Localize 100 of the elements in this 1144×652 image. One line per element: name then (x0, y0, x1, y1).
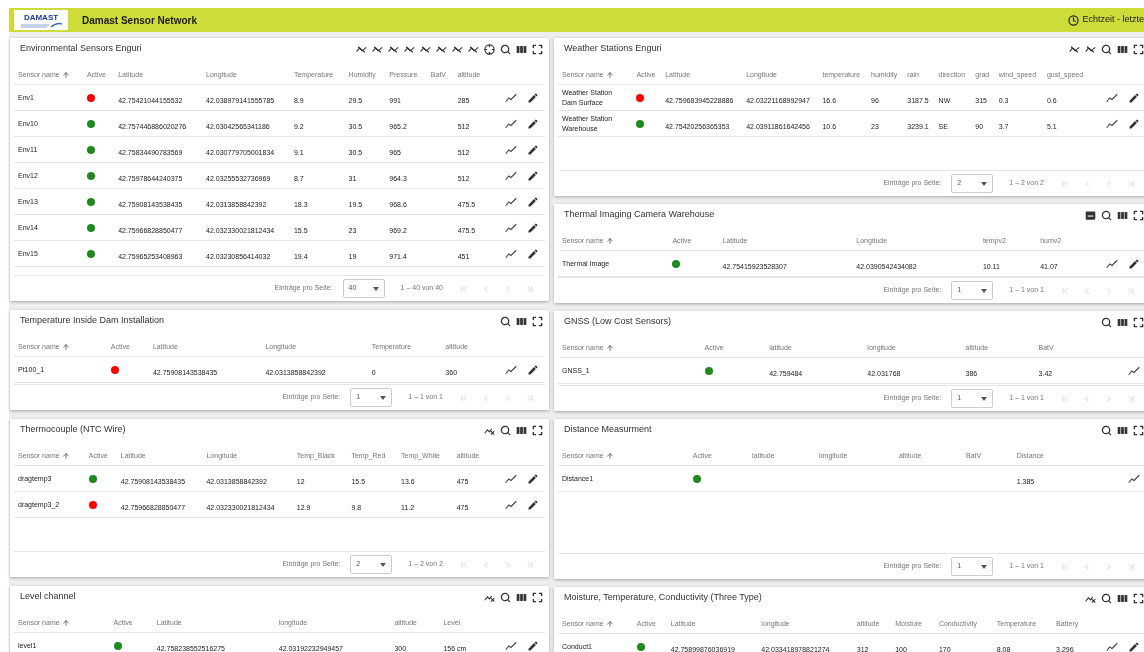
line-chart-icon[interactable] (505, 169, 517, 182)
signal-off-icon[interactable] (452, 43, 463, 55)
line-chart-icon[interactable] (1106, 640, 1118, 652)
line-chart-icon[interactable] (1128, 472, 1140, 485)
line-chart-icon[interactable] (505, 143, 517, 156)
edit-icon[interactable] (527, 639, 539, 652)
line-chart-icon[interactable] (505, 221, 517, 234)
search-icon[interactable] (1101, 209, 1112, 221)
sort-arrow-icon[interactable] (605, 620, 614, 629)
panel-title: Thermocouple (NTC Wire) (20, 423, 127, 437)
sort-arrow-icon[interactable] (61, 71, 70, 80)
sort-arrow-icon[interactable] (61, 452, 70, 461)
locate-icon[interactable] (484, 43, 495, 55)
panel-title: Thermal Imaging Camera Warehouse (564, 208, 716, 222)
edit-icon[interactable] (527, 498, 539, 511)
line-chart-icon[interactable] (1128, 364, 1140, 377)
panel-title: Level channel (20, 590, 77, 604)
edit-icon[interactable] (527, 472, 539, 485)
swoosh-drawing (19, 21, 63, 28)
fullscreen-icon[interactable] (1133, 43, 1144, 55)
line-chart-icon[interactable] (505, 195, 517, 208)
columns-icon[interactable] (1117, 316, 1128, 328)
line-chart-icon[interactable] (1106, 257, 1118, 270)
columns-icon[interactable] (516, 591, 527, 603)
search-icon[interactable] (1101, 316, 1112, 328)
panel-title: Temperature Inside Dam Installation (20, 314, 166, 328)
signal-off-icon[interactable] (356, 43, 367, 55)
caret-icon (981, 564, 988, 569)
panel-title: Environmental Sensors Enguri (20, 42, 143, 56)
signal-off-icon[interactable] (1069, 43, 1080, 55)
line-chart-icon[interactable] (1106, 91, 1118, 104)
fullscreen-icon[interactable] (1133, 592, 1144, 604)
line-chart-icon[interactable] (505, 472, 517, 485)
logo-text: DAMAST (23, 12, 59, 22)
search-icon[interactable] (500, 591, 511, 603)
fullscreen-icon[interactable] (532, 591, 543, 603)
caret-icon (981, 181, 988, 186)
line-chart-icon[interactable] (505, 117, 517, 130)
columns-icon[interactable] (1117, 592, 1128, 604)
search-icon[interactable] (1101, 43, 1112, 55)
columns-icon[interactable] (1117, 209, 1128, 221)
columns-icon[interactable] (516, 315, 527, 327)
edit-icon[interactable] (527, 91, 539, 104)
signal-off-icon[interactable] (372, 43, 383, 55)
panel-title: Moisture, Temperature, Conductivity (Three Type) (564, 591, 763, 605)
line-chart-icon[interactable] (1106, 117, 1118, 130)
columns-icon[interactable] (516, 43, 527, 55)
edit-icon[interactable] (527, 169, 539, 182)
search-icon[interactable] (1101, 592, 1112, 604)
edit-icon[interactable] (1128, 117, 1140, 130)
fullscreen-icon[interactable] (1133, 424, 1144, 436)
edit-icon[interactable] (527, 195, 539, 208)
panel-title: Distance Measurment (564, 423, 653, 437)
edit-icon[interactable] (527, 221, 539, 234)
fullscreen-icon[interactable] (532, 315, 543, 327)
signal-off-icon[interactable] (404, 43, 415, 55)
search-icon[interactable] (1101, 424, 1112, 436)
sort-arrow-icon[interactable] (61, 343, 70, 352)
caret-icon (981, 396, 988, 401)
search-icon[interactable] (500, 424, 511, 436)
caret-icon (380, 395, 387, 400)
signal-off-icon[interactable] (436, 43, 447, 55)
line-chart-icon[interactable] (505, 91, 517, 104)
caret-icon (981, 288, 988, 293)
sort-arrow-icon[interactable] (605, 452, 614, 461)
line-chart-icon[interactable] (505, 498, 517, 511)
caret-icon (380, 562, 387, 567)
columns-icon[interactable] (1117, 424, 1128, 436)
fullscreen-icon[interactable] (1133, 209, 1144, 221)
signal-off-icon[interactable] (420, 43, 431, 55)
columns-icon[interactable] (1117, 43, 1128, 55)
search-icon[interactable] (500, 43, 511, 55)
fullscreen-icon[interactable] (1133, 316, 1144, 328)
caret-icon (372, 286, 379, 291)
panel-title: Weather Stations Enguri (564, 42, 663, 56)
line-chart-icon[interactable] (505, 247, 517, 260)
sort-arrow-icon[interactable] (605, 237, 614, 246)
fullscreen-icon[interactable] (532, 424, 543, 436)
signal-off-icon[interactable] (388, 43, 399, 55)
edit-icon[interactable] (1128, 640, 1140, 652)
edit-icon[interactable] (527, 247, 539, 260)
clock-icon[interactable] (1068, 14, 1080, 26)
sort-arrow-icon[interactable] (61, 619, 70, 628)
columns-icon[interactable] (516, 424, 527, 436)
edit-icon[interactable] (527, 363, 539, 376)
edit-icon[interactable] (1128, 257, 1140, 270)
sort-arrow-icon[interactable] (605, 344, 614, 353)
message-icon[interactable] (1085, 209, 1096, 221)
realtime-label[interactable]: Echtzeit - letzte (1082, 13, 1144, 27)
edit-icon[interactable] (527, 117, 539, 130)
search-icon[interactable] (500, 315, 511, 327)
sort-arrow-icon[interactable] (605, 71, 614, 80)
signal-off-icon[interactable] (468, 43, 479, 55)
line-chart-icon[interactable] (505, 363, 517, 376)
edit-icon[interactable] (1128, 91, 1140, 104)
fullscreen-icon[interactable] (532, 43, 543, 55)
edit-icon[interactable] (527, 143, 539, 156)
panel-title: GNSS (Low Cost Sensors) (564, 315, 673, 329)
signal-off-icon[interactable] (1085, 43, 1096, 55)
line-chart-icon[interactable] (505, 639, 517, 652)
